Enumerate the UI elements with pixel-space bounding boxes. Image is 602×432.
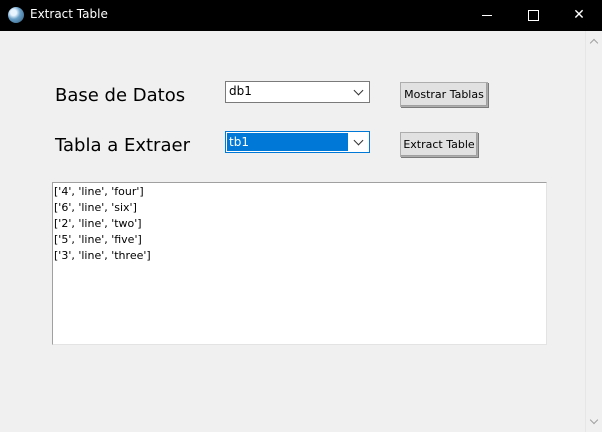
output-text-area[interactable]: ['4', 'line', 'four'] ['6', 'line', 'six… [52,182,547,345]
chevron-down-icon [353,135,364,146]
database-select[interactable]: db1 [225,81,370,103]
close-button[interactable]: ✕ [556,0,602,31]
table-dropdown-arrow[interactable] [349,132,369,152]
database-select-value: db1 [229,84,252,98]
output-line: ['2', 'line', 'two'] [54,217,142,230]
table-select-highlight: tb1 [227,133,348,151]
title-bar[interactable]: Extract Table ✕ [0,0,602,31]
scroll-down-icon[interactable] [589,415,599,425]
maximize-icon [527,9,539,21]
extract-table-button[interactable]: Extract Table [400,132,478,157]
output-line: ['4', 'line', 'four'] [54,185,144,198]
scroll-up-icon[interactable] [589,38,599,48]
window-title: Extract Table [30,7,108,21]
show-tables-button[interactable]: Mostrar Tablas [400,82,488,107]
database-label: Base de Datos [55,85,186,106]
maximize-button[interactable] [510,0,556,31]
database-dropdown-arrow[interactable] [349,82,369,102]
app-icon [8,7,24,23]
table-label: Tabla a Extraer [55,135,190,156]
close-icon: ✕ [573,7,585,23]
minimize-icon [482,14,492,16]
vertical-scrollbar[interactable] [585,31,602,432]
minimize-button[interactable] [464,0,510,31]
output-line: ['3', 'line', 'three'] [54,249,151,262]
table-select-value: tb1 [229,135,249,149]
output-line: ['6', 'line', 'six'] [54,201,137,214]
chevron-down-icon [353,85,364,96]
output-line: ['5', 'line', 'five'] [54,233,142,246]
table-select[interactable]: tb1 [225,131,370,153]
